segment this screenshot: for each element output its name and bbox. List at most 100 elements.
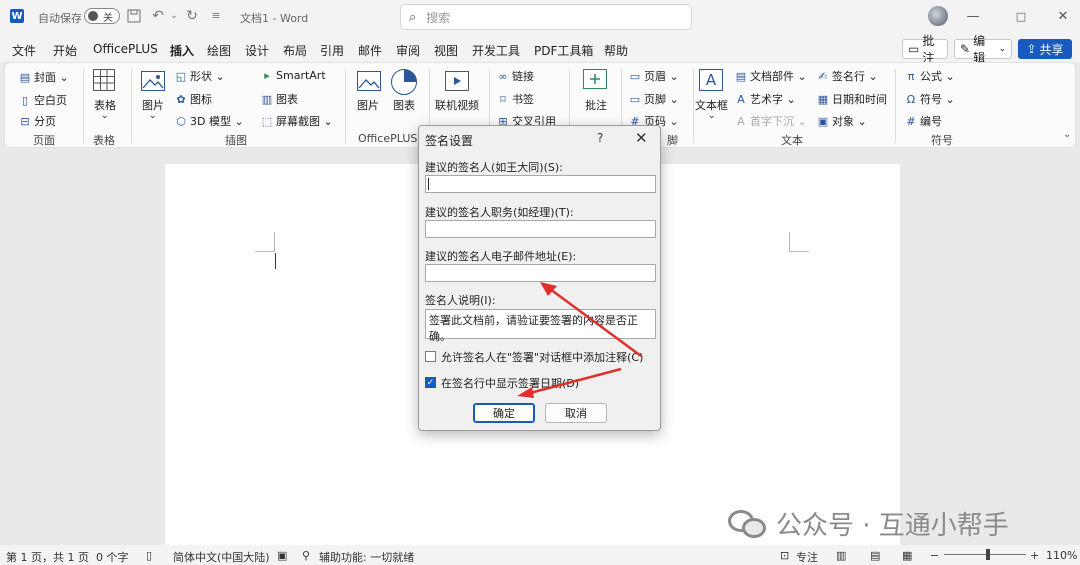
- drop-cap-button[interactable]: A 首字下沉 ⌄: [735, 113, 806, 129]
- comments-button-label: 批注: [922, 34, 935, 65]
- word-count[interactable]: 0 个字: [96, 549, 129, 565]
- numbering-button[interactable]: # 编号: [905, 113, 942, 129]
- search-input[interactable]: ⌕ 搜索: [400, 4, 692, 30]
- instructions-label: 签名人说明(I):: [425, 294, 496, 307]
- tab-review[interactable]: 审阅: [396, 42, 420, 59]
- object-button[interactable]: ▣ 对象 ⌄: [817, 113, 867, 129]
- tab-design[interactable]: 设计: [245, 42, 269, 59]
- editing-mode-button[interactable]: ✎ 编辑 ⌄: [954, 34, 1012, 65]
- ribbon-tabs: 文件 开始 OfficePLUS 插入 绘图 设计 布局 引用 邮件 审阅 视图…: [0, 34, 1080, 65]
- officeplus-chart-button[interactable]: 图表: [393, 97, 415, 113]
- table-icon: [93, 69, 115, 91]
- accessibility-icon[interactable]: ⚲: [302, 549, 310, 562]
- new-comment-button[interactable]: 批注: [585, 97, 607, 113]
- officeplus-picture-button[interactable]: 图片: [357, 97, 379, 113]
- icons-button[interactable]: ✿ 图标: [175, 91, 212, 107]
- tab-layout[interactable]: 布局: [283, 42, 307, 59]
- comments-button[interactable]: ▭ 批注: [902, 34, 948, 65]
- editing-mode-label: 编辑: [973, 34, 986, 65]
- avatar[interactable]: [928, 6, 948, 26]
- tab-developer[interactable]: 开发工具: [472, 42, 520, 59]
- online-video-button[interactable]: 联机视频: [435, 97, 479, 113]
- undo-icon[interactable]: ↶: [150, 8, 166, 24]
- signer-title-input[interactable]: [425, 220, 656, 238]
- focus-icon[interactable]: ⊡: [780, 549, 789, 562]
- picture-dropdown-icon[interactable]: ⌄: [149, 111, 157, 121]
- screenshot-button[interactable]: ⬚ 屏幕截图 ⌄: [261, 113, 333, 129]
- signer-email-input[interactable]: [425, 264, 656, 282]
- zoom-in-icon[interactable]: +: [1030, 549, 1039, 562]
- tab-insert[interactable]: 插入: [170, 42, 195, 64]
- page-break-button[interactable]: ⊟ 分页: [19, 113, 56, 129]
- group-pages-label: 页面: [33, 134, 55, 147]
- 3d-model-button[interactable]: ⬡ 3D 模型 ⌄: [175, 113, 244, 129]
- customize-qat-icon[interactable]: ≡: [208, 8, 224, 24]
- shapes-button[interactable]: ◱ 形状 ⌄: [175, 68, 225, 84]
- instructions-textarea[interactable]: 签署此文档前，请验证要签署的内容是否正确。: [425, 309, 656, 343]
- tab-view[interactable]: 视图: [434, 42, 458, 59]
- print-layout-icon[interactable]: ▤: [870, 549, 880, 562]
- save-icon[interactable]: [126, 8, 142, 24]
- minimize-icon[interactable]: —: [964, 8, 982, 26]
- allow-comments-checkbox[interactable]: [425, 351, 436, 362]
- tab-mailings[interactable]: 邮件: [358, 42, 382, 59]
- link-button[interactable]: ∞ 链接: [497, 68, 534, 84]
- equation-button[interactable]: π 公式 ⌄: [905, 68, 955, 84]
- date-time-button[interactable]: ▦ 日期和时间: [817, 91, 887, 107]
- allow-comments-label[interactable]: 允许签名人在"签署"对话框中添加注释(C): [441, 349, 643, 365]
- accessibility-status[interactable]: 辅助功能: 一切就绪: [319, 549, 414, 565]
- redo-icon[interactable]: ↻: [184, 8, 200, 24]
- chart-button[interactable]: ▥ 图表: [261, 91, 298, 107]
- watermark-text: 公众号 · 互通小帮手: [776, 511, 1009, 541]
- smartart-button[interactable]: ▸ SmartArt: [261, 69, 325, 82]
- collapse-ribbon-icon[interactable]: ⌄: [1063, 129, 1071, 140]
- text-box-dropdown-icon[interactable]: ⌄: [708, 111, 716, 121]
- table-dropdown-icon[interactable]: ⌄: [101, 111, 109, 121]
- zoom-out-icon[interactable]: −: [930, 549, 939, 562]
- wordart-button[interactable]: A 艺术字 ⌄: [735, 91, 795, 107]
- tab-home[interactable]: 开始: [53, 42, 77, 59]
- wechat-icon: [728, 508, 768, 540]
- page-count[interactable]: 第 1 页，共 1 页: [6, 549, 89, 565]
- text-predictions-icon[interactable]: ▣: [277, 549, 287, 562]
- bookmark-button[interactable]: ⌑ 书签: [497, 91, 534, 107]
- tab-help[interactable]: 帮助: [604, 42, 628, 59]
- signature-line-button[interactable]: ✍ 签名行 ⌄: [817, 68, 877, 84]
- undo-dropdown-icon[interactable]: ⌄: [166, 8, 182, 24]
- tab-file[interactable]: 文件: [12, 42, 36, 59]
- tab-draw[interactable]: 绘图: [207, 42, 231, 59]
- cancel-button[interactable]: 取消: [545, 403, 607, 423]
- zoom-slider[interactable]: [944, 554, 1026, 555]
- quick-parts-button[interactable]: ▤ 文档部件 ⌄: [735, 68, 807, 84]
- read-mode-icon[interactable]: ▥: [836, 549, 846, 562]
- help-button[interactable]: ?: [597, 131, 603, 145]
- tab-officeplus[interactable]: OfficePLUS: [93, 42, 158, 56]
- focus-button[interactable]: 专注: [796, 549, 818, 565]
- autosave-toggle[interactable]: 关: [84, 8, 120, 24]
- header-label: 页眉: [644, 70, 666, 83]
- maximize-icon[interactable]: □: [1012, 8, 1030, 26]
- show-date-label[interactable]: 在签名行中显示签署日期(D): [441, 375, 579, 391]
- share-button[interactable]: ⇪ 共享: [1018, 39, 1072, 59]
- ok-button[interactable]: 确定: [473, 403, 535, 423]
- language-indicator[interactable]: 简体中文(中国大陆): [173, 549, 270, 565]
- show-date-checkbox[interactable]: ✓: [425, 377, 436, 388]
- quick-parts-icon: ▤: [735, 70, 747, 83]
- tab-references[interactable]: 引用: [320, 42, 344, 59]
- word-logo-icon[interactable]: W: [10, 9, 24, 23]
- tab-pdf-tools[interactable]: PDF工具箱: [534, 42, 593, 59]
- blank-page-button[interactable]: ▯ 空白页: [19, 92, 67, 108]
- symbol-button[interactable]: Ω 符号 ⌄: [905, 91, 955, 107]
- group-table-label: 表格: [93, 134, 115, 147]
- header-button[interactable]: ▭ 页眉 ⌄: [629, 68, 679, 84]
- zoom-slider-thumb[interactable]: [986, 549, 990, 560]
- zoom-level[interactable]: 110%: [1046, 549, 1077, 562]
- signature-line-icon: ✍: [818, 70, 828, 83]
- cover-page-button[interactable]: ▤ 封面 ⌄: [19, 69, 69, 85]
- web-layout-icon[interactable]: ▦: [902, 549, 912, 562]
- proofing-icon[interactable]: ▯: [146, 549, 152, 562]
- close-icon[interactable]: ✕: [1054, 8, 1072, 26]
- close-icon[interactable]: ✕: [635, 129, 648, 147]
- footer-button[interactable]: ▭ 页脚 ⌄: [629, 91, 679, 107]
- suggested-signer-input[interactable]: [425, 175, 656, 193]
